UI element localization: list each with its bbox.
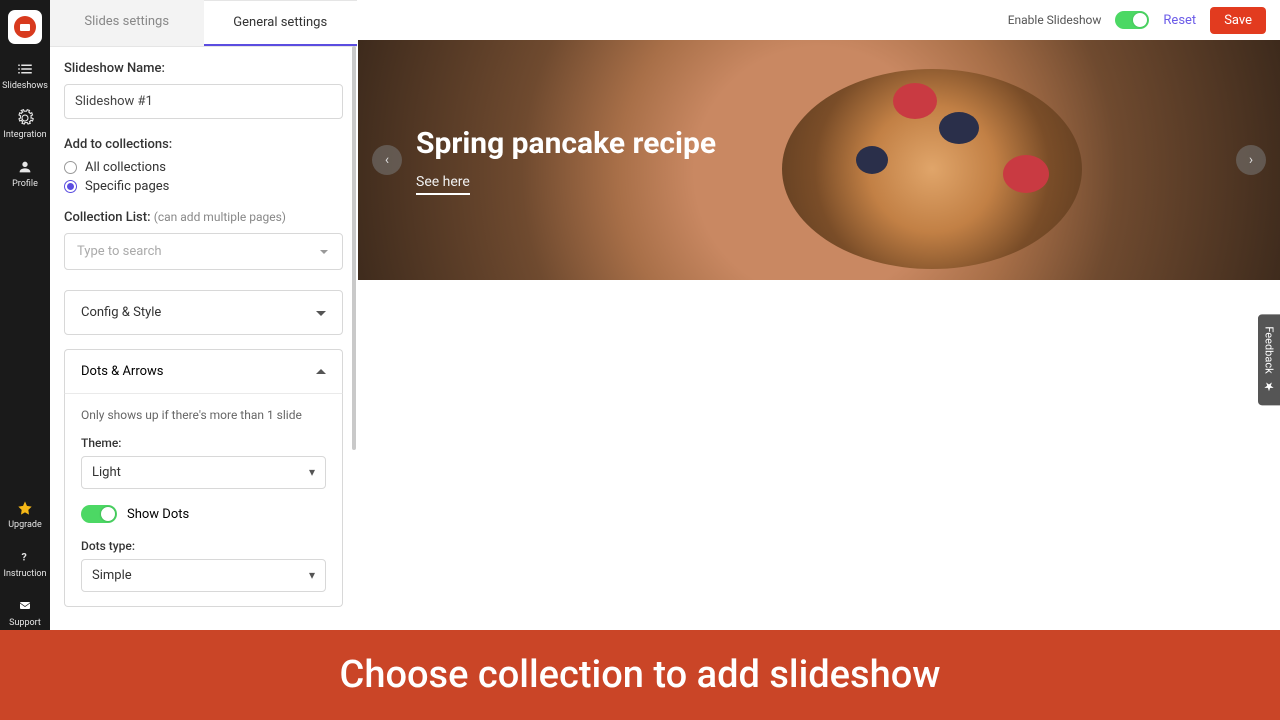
reset-button[interactable]: Reset xyxy=(1163,13,1196,28)
chevron-left-icon: ‹ xyxy=(385,152,389,168)
next-slide-button[interactable]: › xyxy=(1236,145,1266,175)
sidebar-label: Upgrade xyxy=(8,520,42,530)
svg-text:?: ? xyxy=(22,551,27,564)
chevron-up-icon xyxy=(316,364,326,374)
show-dots-toggle[interactable] xyxy=(81,505,117,523)
bottom-banner: Choose collection to add slideshow xyxy=(0,630,1280,720)
dots-type-select[interactable]: Simple xyxy=(81,559,326,592)
main-area: Enable Slideshow Reset Save Spring panca… xyxy=(358,0,1280,720)
sidebar: Slideshows Integration Profile Upgrade ?… xyxy=(0,0,50,720)
app-logo[interactable] xyxy=(8,10,42,44)
topbar: Enable Slideshow Reset Save xyxy=(358,0,1280,40)
banner-text: Choose collection to add slideshow xyxy=(340,653,941,697)
settings-panel: Slides settings General settings Slidesh… xyxy=(50,0,358,720)
star-icon: ★ xyxy=(1262,380,1276,394)
slideshow-name-label: Slideshow Name: xyxy=(64,61,343,76)
section-config-style[interactable]: Config & Style xyxy=(64,290,343,335)
collection-list-combobox[interactable]: Type to search xyxy=(64,233,343,270)
save-button[interactable]: Save xyxy=(1210,7,1266,34)
enable-slideshow-label: Enable Slideshow xyxy=(1008,13,1102,27)
sidebar-item-instruction[interactable]: ? Instruction xyxy=(4,548,47,579)
scrollbar[interactable] xyxy=(351,46,357,720)
sidebar-label: Instruction xyxy=(4,569,47,579)
chevron-right-icon: › xyxy=(1249,152,1253,168)
radio-icon xyxy=(64,161,77,174)
mail-icon xyxy=(16,597,34,615)
settings-tabs: Slides settings General settings xyxy=(50,0,357,47)
radio-label: All collections xyxy=(85,160,166,175)
sidebar-item-profile[interactable]: Profile xyxy=(12,158,38,189)
section-title: Dots & Arrows xyxy=(81,364,164,379)
slide-title: Spring pancake recipe xyxy=(416,126,716,161)
slideshow-name-input[interactable] xyxy=(64,84,343,119)
prev-slide-button[interactable]: ‹ xyxy=(372,145,402,175)
tab-general-settings[interactable]: General settings xyxy=(204,0,358,46)
theme-label: Theme: xyxy=(81,436,326,450)
section-title: Config & Style xyxy=(81,305,161,320)
sidebar-item-support[interactable]: Support xyxy=(9,597,41,628)
question-icon: ? xyxy=(16,548,34,566)
sidebar-label: Profile xyxy=(12,179,38,189)
sidebar-item-slideshows[interactable]: Slideshows xyxy=(2,60,48,91)
sidebar-label: Support xyxy=(9,618,41,628)
feedback-label: Feedback xyxy=(1263,326,1276,373)
radio-all-collections[interactable]: All collections xyxy=(64,160,343,175)
chevron-down-icon xyxy=(316,311,326,321)
sidebar-item-upgrade[interactable]: Upgrade xyxy=(8,499,42,530)
section-dots-arrows[interactable]: Dots & Arrows xyxy=(64,349,343,393)
sidebar-item-integration[interactable]: Integration xyxy=(3,109,46,140)
collection-list-label: Collection List: (can add multiple pages… xyxy=(64,210,343,225)
section-dots-arrows-body: Only shows up if there's more than 1 sli… xyxy=(64,393,343,607)
radio-label: Specific pages xyxy=(85,179,169,194)
show-dots-label: Show Dots xyxy=(127,507,189,522)
feedback-tab[interactable]: Feedback ★ xyxy=(1258,314,1280,405)
slideshow-preview: Spring pancake recipe See here ‹ › xyxy=(358,40,1280,280)
user-icon xyxy=(16,158,34,176)
collections-label: Add to collections: xyxy=(64,137,343,152)
list-icon xyxy=(16,60,34,78)
enable-slideshow-toggle[interactable] xyxy=(1115,11,1149,29)
radio-icon xyxy=(64,180,77,193)
sidebar-label: Integration xyxy=(3,130,46,140)
star-icon xyxy=(16,499,34,517)
sidebar-label: Slideshows xyxy=(2,81,48,91)
dots-type-label: Dots type: xyxy=(81,539,326,553)
dots-note: Only shows up if there's more than 1 sli… xyxy=(81,408,326,422)
slide-cta-link[interactable]: See here xyxy=(416,174,470,195)
tab-slides-settings[interactable]: Slides settings xyxy=(50,0,204,46)
theme-select[interactable]: Light xyxy=(81,456,326,489)
gear-icon xyxy=(16,109,34,127)
radio-specific-pages[interactable]: Specific pages xyxy=(64,179,343,194)
